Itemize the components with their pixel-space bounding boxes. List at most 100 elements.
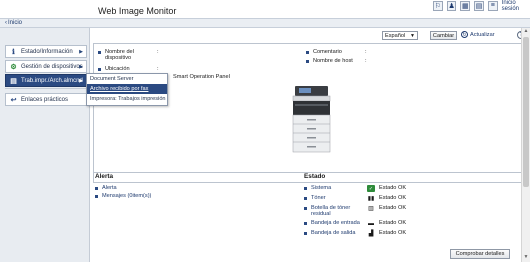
device-name-value: : xyxy=(157,49,159,55)
alert-title: Alerta xyxy=(95,173,114,180)
alert-link[interactable]: Alerta xyxy=(95,184,295,192)
messages-link-label: Mensajes (0item(s)) xyxy=(102,193,152,199)
chevron-right-icon: ▶ xyxy=(79,48,83,55)
device-name-row: Nombre del dispositivo : xyxy=(98,49,165,61)
location-value: : xyxy=(157,66,159,72)
top-right-toolbar: ⚐ ♟ ▦ ▤ ≡ Inicio sesión xyxy=(433,0,530,12)
bullet-icon xyxy=(95,186,98,190)
input-tray-icon: ▬ xyxy=(368,220,374,227)
status-value: Estado OK xyxy=(379,195,407,201)
bullet-icon xyxy=(306,51,309,54)
sidebar-item-print-jobs[interactable]: ▤ Trab.impr./Arch.almcnd ▶ xyxy=(5,74,87,87)
status-row-waste-toner: Botella de tóner residual ▥ Estado OK xyxy=(304,205,406,217)
grid-icon[interactable]: ▦ xyxy=(460,0,471,11)
check-icon: ✓ xyxy=(367,185,375,192)
user-icon[interactable]: ♟ xyxy=(446,0,457,11)
panel-row: Smart Operation Panel xyxy=(173,74,230,80)
sidebar: ℹ Estado/Información ▶ ⚙ Gestión de disp… xyxy=(0,28,90,262)
status-title: Estado xyxy=(304,173,326,180)
main-content: Español ▼ Cambiar ↻ Actualizar ? Nombre … xyxy=(92,28,530,262)
link-icon: ↩ xyxy=(10,96,17,104)
scrollbar-thumb[interactable] xyxy=(523,37,529,187)
status-value: Estado OK xyxy=(379,230,407,236)
status-section: Estado Sistema ✓ Estado OK Tóner ▮▮ Esta… xyxy=(304,173,514,237)
host-label: Nombre de host xyxy=(313,58,353,64)
operation-panel-value: Smart Operation Panel xyxy=(173,74,230,80)
host-row: Nombre de host : xyxy=(306,58,373,64)
bullet-icon xyxy=(306,60,309,63)
status-label[interactable]: Botella de tóner residual xyxy=(311,205,367,217)
chevron-right-icon: ▶ xyxy=(79,77,83,84)
bullet-icon xyxy=(304,222,307,225)
check-details-button[interactable]: Comprobar detalles xyxy=(450,249,510,259)
bullet-icon xyxy=(304,197,307,200)
waste-toner-icon: ▥ xyxy=(368,206,374,212)
bullet-icon xyxy=(98,51,101,54)
device-management-icon: ⚙ xyxy=(10,63,17,71)
login-link[interactable]: Inicio sesión xyxy=(502,0,530,12)
submenu-flyout: Document Server Archivo recibido por fax… xyxy=(86,73,168,106)
status-label[interactable]: Sistema xyxy=(311,185,367,191)
chevron-down-icon: ▼ xyxy=(410,33,415,39)
status-label[interactable]: Bandeja de salida xyxy=(311,230,367,236)
status-row-system: Sistema ✓ Estado OK xyxy=(304,185,406,192)
status-value: Estado OK xyxy=(379,220,407,226)
submenu-item-printer-jobs[interactable]: Impresora: Trabajos impresión xyxy=(87,94,167,104)
language-select-value: Español xyxy=(385,33,406,39)
sidebar-item-label: Enlaces prácticos xyxy=(21,96,69,103)
scroll-up-icon[interactable]: ▲ xyxy=(522,28,530,36)
sidebar-item-device-management[interactable]: ⚙ Gestión de dispositivos ▶ xyxy=(5,60,87,73)
sidebar-item-label: Trab.impr./Arch.almcnd xyxy=(21,77,83,84)
info-icon: ℹ xyxy=(12,48,15,56)
comment-row: Comentario : xyxy=(306,49,373,55)
bullet-icon xyxy=(95,194,98,198)
messages-link[interactable]: Mensajes (0item(s)) xyxy=(95,192,295,200)
language-icon[interactable]: ⚐ xyxy=(433,0,443,11)
device-name-label: Nombre del dispositivo xyxy=(105,49,134,61)
sidebar-item-label: Estado/Información xyxy=(21,48,73,55)
refresh-button[interactable]: ↻ Actualizar xyxy=(461,31,495,38)
device-panel: Nombre del dispositivo : Ubicación : Sma… xyxy=(93,43,528,183)
status-row-input-tray: Bandeja de entrada ▬ Estado OK xyxy=(304,220,406,227)
comment-value: : xyxy=(365,49,367,55)
bookmark-icon[interactable]: ▤ xyxy=(474,0,484,11)
output-tray-icon: ▟ xyxy=(368,231,374,237)
submenu-item-document-server[interactable]: Document Server xyxy=(87,74,167,84)
sidebar-item-status-info[interactable]: ℹ Estado/Información ▶ xyxy=(5,45,87,58)
alert-link-label: Alerta xyxy=(102,185,117,191)
status-row-output-tray: Bandeja de salida ▟ Estado OK xyxy=(304,230,406,237)
app-title: Web Image Monitor xyxy=(98,6,177,16)
status-value: Estado OK xyxy=(379,205,407,211)
status-row-toner: Tóner ▮▮ Estado OK xyxy=(304,195,406,202)
bullet-icon xyxy=(304,232,307,235)
location-row: Ubicación : xyxy=(98,66,165,72)
toner-icon: ▮▮ xyxy=(367,196,375,202)
comment-label: Comentario xyxy=(313,49,342,55)
document-icon: ▤ xyxy=(10,77,17,85)
printer-image xyxy=(292,86,331,153)
submenu-item-fax-received[interactable]: Archivo recibido por fax xyxy=(87,84,167,94)
chevron-right-icon: ▶ xyxy=(79,63,83,70)
status-label[interactable]: Bandeja de entrada xyxy=(311,220,367,226)
refresh-icon: ↻ xyxy=(461,31,468,38)
refresh-label: Actualizar xyxy=(470,31,495,38)
sidebar-item-label: Gestión de dispositivos xyxy=(21,63,83,70)
status-value: Estado OK xyxy=(379,185,407,191)
host-value: : xyxy=(365,58,367,64)
sidebar-divider xyxy=(5,88,87,89)
sidebar-item-practical-links[interactable]: ↩ Enlaces prácticos xyxy=(5,93,87,106)
vertical-scrollbar[interactable]: ▲ ▼ xyxy=(521,28,530,262)
back-link[interactable]: ‹Inicio xyxy=(5,20,22,26)
scroll-down-icon[interactable]: ▼ xyxy=(522,254,530,262)
change-button[interactable]: Cambiar xyxy=(430,31,457,40)
status-label[interactable]: Tóner xyxy=(311,195,367,201)
alert-section: Alerta Alerta Mensajes (0item(s)) xyxy=(95,173,295,233)
language-select[interactable]: Español ▼ xyxy=(382,31,418,40)
back-link-label: Inicio xyxy=(8,20,23,26)
bullet-icon xyxy=(304,187,307,190)
location-label: Ubicación xyxy=(105,66,130,72)
bullet-icon xyxy=(304,207,307,210)
menu-icon[interactable]: ≡ xyxy=(487,0,498,11)
nav-bar: ‹Inicio xyxy=(0,18,530,28)
back-arrow-icon: ‹ xyxy=(5,20,7,26)
